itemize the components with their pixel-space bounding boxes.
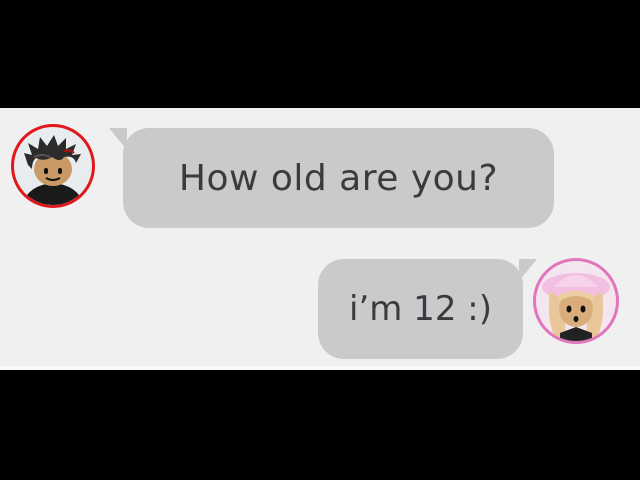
self-avatar[interactable] <box>533 258 619 344</box>
chat-area[interactable]: How old are you? i’m 12 :) <box>0 108 640 370</box>
incoming-message-text: How old are you? <box>178 157 499 199</box>
boy-avatar-icon <box>22 135 84 205</box>
outgoing-bubble-tail <box>519 259 537 281</box>
outgoing-message-bubble: i’m 12 :) <box>318 259 537 359</box>
letterbox-bottom <box>0 370 640 480</box>
letterbox-top <box>0 0 640 108</box>
incoming-message-bubble: How old are you? <box>109 128 554 228</box>
sender-avatar[interactable] <box>11 124 95 208</box>
incoming-bubble-tail <box>109 128 127 150</box>
girl-avatar-icon <box>542 273 610 341</box>
outgoing-message-text: i’m 12 :) <box>349 289 492 329</box>
